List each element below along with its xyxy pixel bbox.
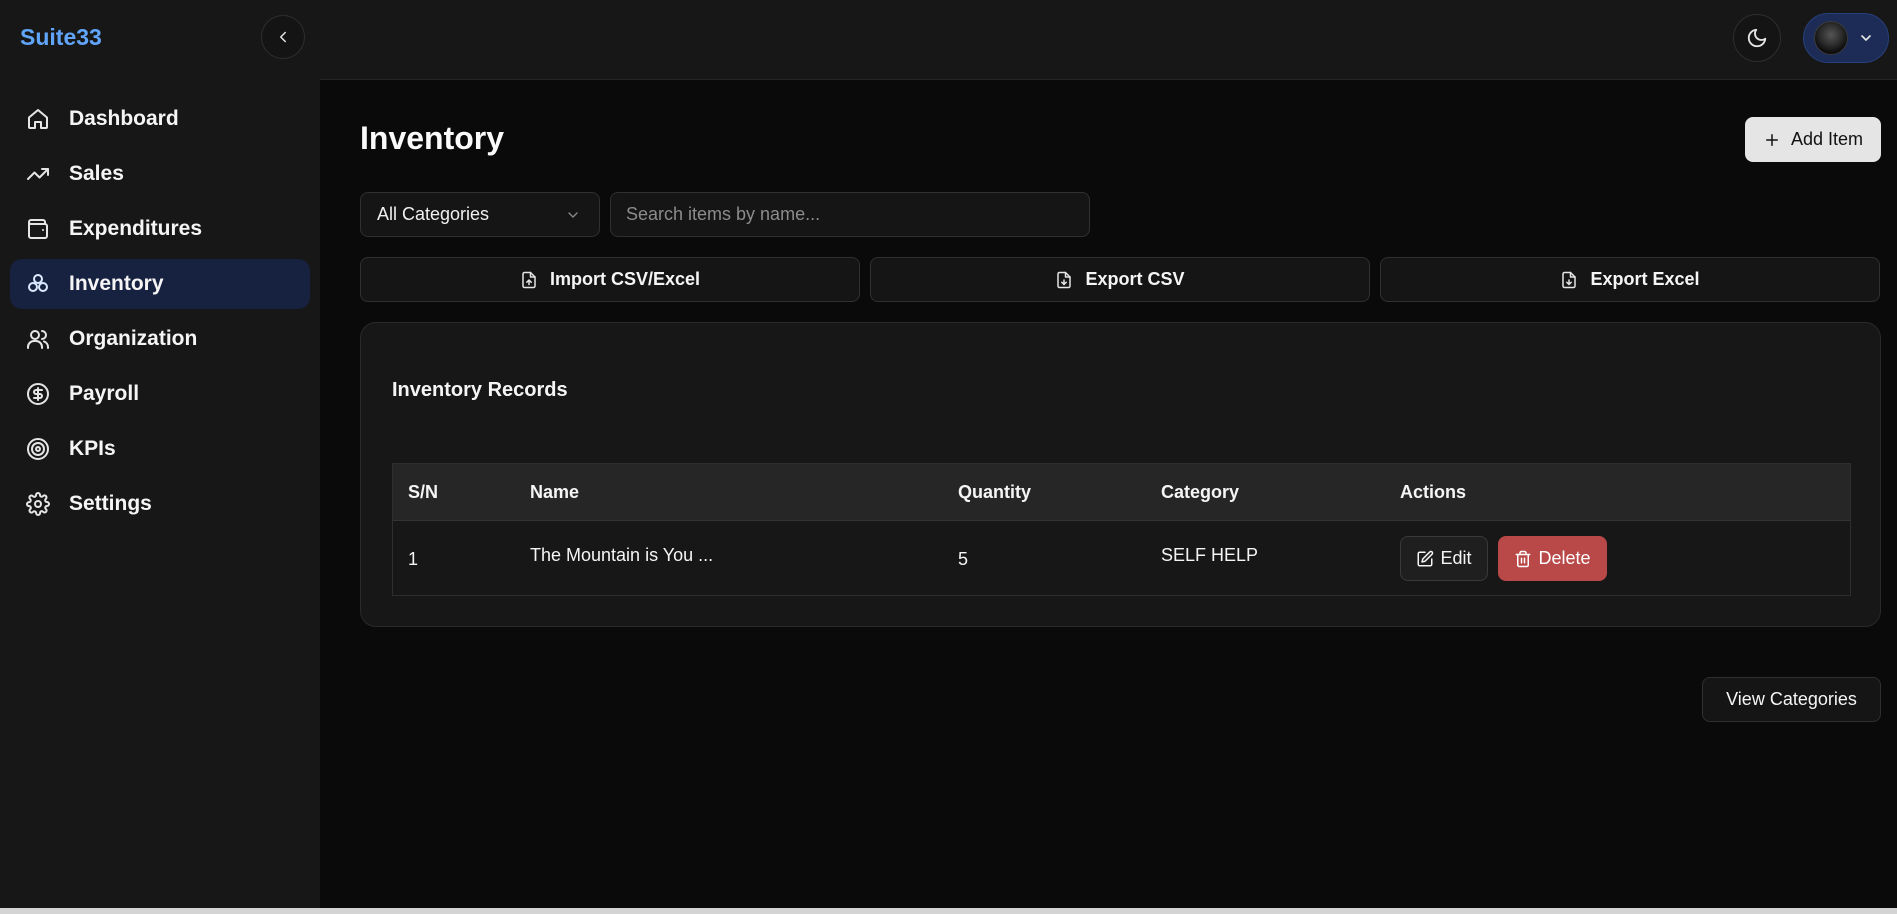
table-header: S/N Name Quantity Category Actions (393, 464, 1850, 521)
window-bottom-edge (0, 908, 1897, 914)
chevron-down-icon (568, 211, 578, 218)
inventory-table: S/N Name Quantity Category Actions 1 The… (392, 463, 1851, 596)
dollar-circle-icon (27, 383, 49, 405)
trending-up-icon (27, 168, 49, 180)
chevron-left-icon (280, 31, 286, 43)
users-icon (27, 330, 49, 349)
category-select[interactable]: All Categories (360, 192, 600, 237)
sidebar-item-dashboard[interactable]: Dashboard (10, 94, 310, 144)
gear-icon (26, 492, 50, 516)
column-header-sn: S/N (408, 482, 439, 502)
sidebar-item-kpis[interactable]: KPIs (10, 424, 310, 474)
delete-button[interactable]: Delete (1498, 536, 1607, 581)
export-csv-button[interactable]: Export CSV (870, 257, 1370, 302)
home-icon (28, 109, 48, 129)
export-excel-label: Export Excel (1590, 269, 1700, 289)
cell-category: SELF HELP (1161, 545, 1259, 565)
sidebar-item-label: Inventory (69, 272, 164, 295)
view-categories-button[interactable]: View Categories (1702, 677, 1881, 722)
theme-toggle-button[interactable] (1733, 14, 1781, 62)
boxes-icon (28, 274, 48, 292)
column-header-name: Name (530, 482, 580, 502)
column-header-actions: Actions (1400, 482, 1467, 502)
search-input[interactable] (610, 192, 1090, 237)
edit-icon (1417, 550, 1434, 566)
cell-quantity: 5 (958, 549, 969, 569)
top-bar (320, 0, 1897, 80)
sidebar-item-label: Organization (69, 327, 198, 350)
moon-icon (1747, 28, 1767, 48)
sidebar-item-label: KPIs (69, 437, 116, 460)
cell-sn: 1 (408, 549, 419, 569)
delete-label: Delete (1538, 548, 1591, 568)
file-download-icon (1562, 271, 1577, 288)
column-header-category: Category (1161, 482, 1240, 502)
plus-icon (1765, 133, 1778, 146)
sidebar-item-label: Expenditures (69, 217, 203, 240)
target-icon (27, 438, 49, 460)
table-row: 1 The Mountain is You ... 5 SELF HELP Ed… (393, 521, 1850, 596)
sidebar-item-sales[interactable]: Sales (10, 149, 310, 199)
sidebar-item-label: Sales (69, 162, 124, 185)
sidebar-item-organization[interactable]: Organization (10, 314, 310, 364)
trash-icon (1515, 550, 1531, 567)
file-download-icon (1057, 271, 1072, 288)
inventory-records-card: Inventory Records S/N Name Quantity Cate… (360, 322, 1881, 627)
sidebar-item-inventory[interactable]: Inventory (10, 259, 310, 309)
card-title: Inventory Records (392, 379, 568, 401)
brand-logo[interactable]: Suite33 (20, 24, 102, 51)
wallet-icon (28, 219, 48, 239)
add-item-button[interactable]: Add Item (1745, 117, 1881, 162)
user-menu-button[interactable] (1803, 13, 1889, 63)
edit-button[interactable]: Edit (1400, 536, 1488, 581)
add-item-label: Add Item (1790, 129, 1864, 149)
avatar (1814, 21, 1848, 55)
import-csv-excel-button[interactable]: Import CSV/Excel (360, 257, 860, 302)
view-categories-label: View Categories (1726, 689, 1857, 709)
import-label: Import CSV/Excel (549, 269, 701, 289)
sidebar-item-payroll[interactable]: Payroll (10, 369, 310, 419)
category-select-value: All Categories (377, 204, 490, 224)
file-upload-icon (522, 271, 536, 288)
sidebar-nav: Dashboard Sales Expenditures Inventory O… (10, 94, 310, 534)
collapse-sidebar-button[interactable] (261, 15, 305, 59)
export-csv-label: Export CSV (1085, 269, 1185, 289)
edit-label: Edit (1440, 548, 1472, 568)
sidebar-item-label: Dashboard (69, 107, 179, 130)
cell-name: The Mountain is You ... (530, 545, 714, 565)
chevron-down-icon (1861, 35, 1871, 41)
page-title: Inventory (360, 120, 505, 156)
sidebar-item-label: Settings (69, 492, 152, 515)
sidebar-item-expenditures[interactable]: Expenditures (10, 204, 310, 254)
export-excel-button[interactable]: Export Excel (1380, 257, 1880, 302)
sidebar-item-settings[interactable]: Settings (10, 479, 310, 529)
column-header-quantity: Quantity (958, 482, 1032, 502)
sidebar-item-label: Payroll (69, 382, 140, 405)
sidebar: Suite33 Dashboard Sales Expenditures Inv… (0, 0, 320, 908)
